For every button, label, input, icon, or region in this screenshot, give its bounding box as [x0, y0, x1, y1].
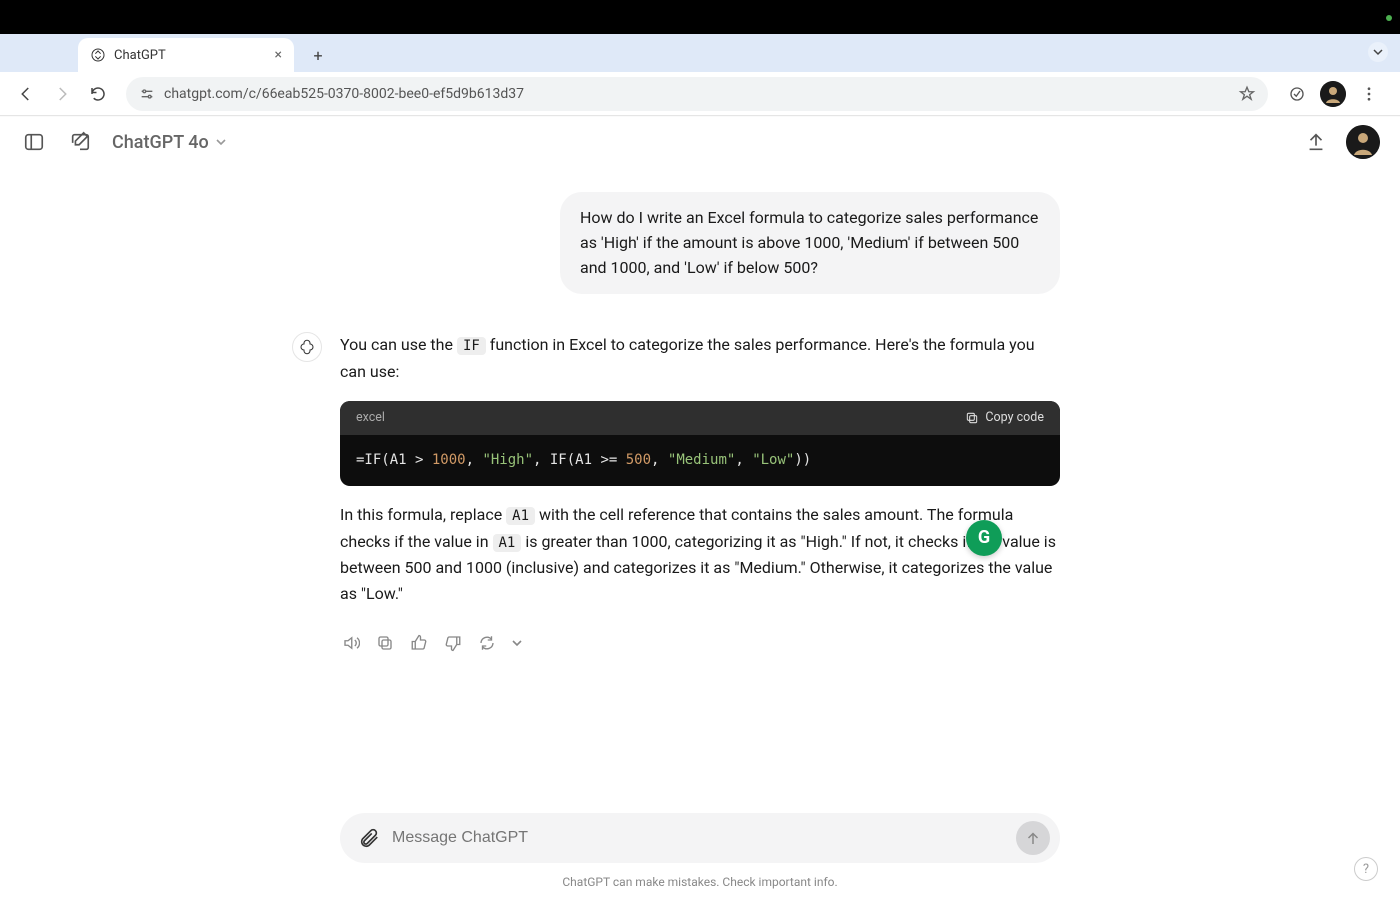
user-message-text: How do I write an Excel formula to categ…: [580, 208, 1038, 277]
composer: [340, 813, 1060, 863]
footer-disclaimer: ChatGPT can make mistakes. Check importa…: [0, 875, 1400, 889]
model-selector[interactable]: ChatGPT 4o: [112, 132, 227, 153]
chevron-down-icon: [215, 136, 227, 148]
thumbs-down-icon[interactable]: [442, 632, 464, 654]
sidebar-toggle-icon[interactable]: [20, 128, 48, 156]
os-titlebar: [0, 0, 1400, 34]
code-header: excel Copy code: [340, 401, 1060, 435]
assistant-body: You can use the IF function in Excel to …: [340, 332, 1060, 653]
app-header-left: ChatGPT 4o: [20, 128, 227, 156]
assistant-explain: In this formula, replace A1 with the cel…: [340, 502, 1060, 608]
copy-code-button[interactable]: Copy code: [965, 408, 1044, 429]
message-actions: [340, 632, 1060, 654]
chat-area: How do I write an Excel formula to categ…: [0, 168, 1400, 654]
code-language-label: excel: [356, 408, 385, 429]
user-avatar[interactable]: [1346, 125, 1380, 159]
browser-tab-strip: ChatGPT × +: [0, 34, 1400, 72]
assistant-intro: You can use the IF function in Excel to …: [340, 332, 1060, 385]
site-settings-icon[interactable]: [138, 85, 156, 103]
assistant-avatar-icon: [292, 332, 322, 362]
share-icon[interactable]: [1302, 128, 1330, 156]
copy-code-label: Copy code: [985, 408, 1044, 429]
help-button[interactable]: ?: [1354, 857, 1378, 881]
address-bar[interactable]: chatgpt.com/c/66eab525-0370-8002-bee0-ef…: [126, 77, 1268, 111]
close-tab-icon[interactable]: ×: [275, 47, 282, 63]
tab-title: ChatGPT: [114, 48, 166, 63]
copy-icon: [965, 411, 979, 425]
reload-button[interactable]: [84, 80, 112, 108]
new-tab-button[interactable]: +: [304, 41, 332, 69]
code-block: excel Copy code =IF(A1 > 1000, "High", I…: [340, 401, 1060, 486]
new-chat-icon[interactable]: [66, 128, 94, 156]
toolbar-right: [1282, 79, 1388, 109]
inline-code-a1-1: A1: [506, 507, 535, 525]
back-button[interactable]: [12, 80, 40, 108]
inline-code-a1-2: A1: [493, 534, 522, 552]
grammarly-icon[interactable]: G: [966, 520, 1002, 556]
browser-tab-active[interactable]: ChatGPT ×: [78, 38, 294, 72]
chatgpt-favicon-icon: [90, 47, 106, 63]
browser-menu-icon[interactable]: [1354, 79, 1384, 109]
regenerate-icon[interactable]: [476, 632, 498, 654]
assistant-message: You can use the IF function in Excel to …: [340, 332, 1060, 653]
browser-profile-avatar[interactable]: [1320, 81, 1346, 107]
send-button[interactable]: [1016, 821, 1050, 855]
extension-icon[interactable]: [1282, 79, 1312, 109]
app-header: ChatGPT 4o: [0, 116, 1400, 168]
star-bookmark-icon[interactable]: [1238, 85, 1256, 103]
status-dot-icon: [1386, 15, 1392, 21]
code-content: =IF(A1 > 1000, "High", IF(A1 >= 500, "Me…: [340, 435, 1060, 486]
chat-inner: How do I write an Excel formula to categ…: [340, 168, 1060, 654]
url-text: chatgpt.com/c/66eab525-0370-8002-bee0-ef…: [164, 86, 524, 102]
composer-box[interactable]: [340, 813, 1060, 863]
attach-icon[interactable]: [356, 825, 382, 851]
forward-button[interactable]: [48, 80, 76, 108]
more-chevron-down-icon[interactable]: [510, 632, 524, 654]
arrow-up-icon: [1024, 829, 1042, 847]
inline-code-if: IF: [457, 337, 486, 355]
user-message: How do I write an Excel formula to categ…: [560, 192, 1060, 294]
browser-toolbar: chatgpt.com/c/66eab525-0370-8002-bee0-ef…: [0, 72, 1400, 116]
tabs-dropdown-icon[interactable]: [1368, 42, 1388, 62]
message-input[interactable]: [392, 829, 1006, 847]
thumbs-up-icon[interactable]: [408, 632, 430, 654]
model-name: ChatGPT 4o: [112, 132, 209, 153]
read-aloud-icon[interactable]: [340, 632, 362, 654]
copy-message-icon[interactable]: [374, 632, 396, 654]
app-header-right: [1302, 125, 1380, 159]
